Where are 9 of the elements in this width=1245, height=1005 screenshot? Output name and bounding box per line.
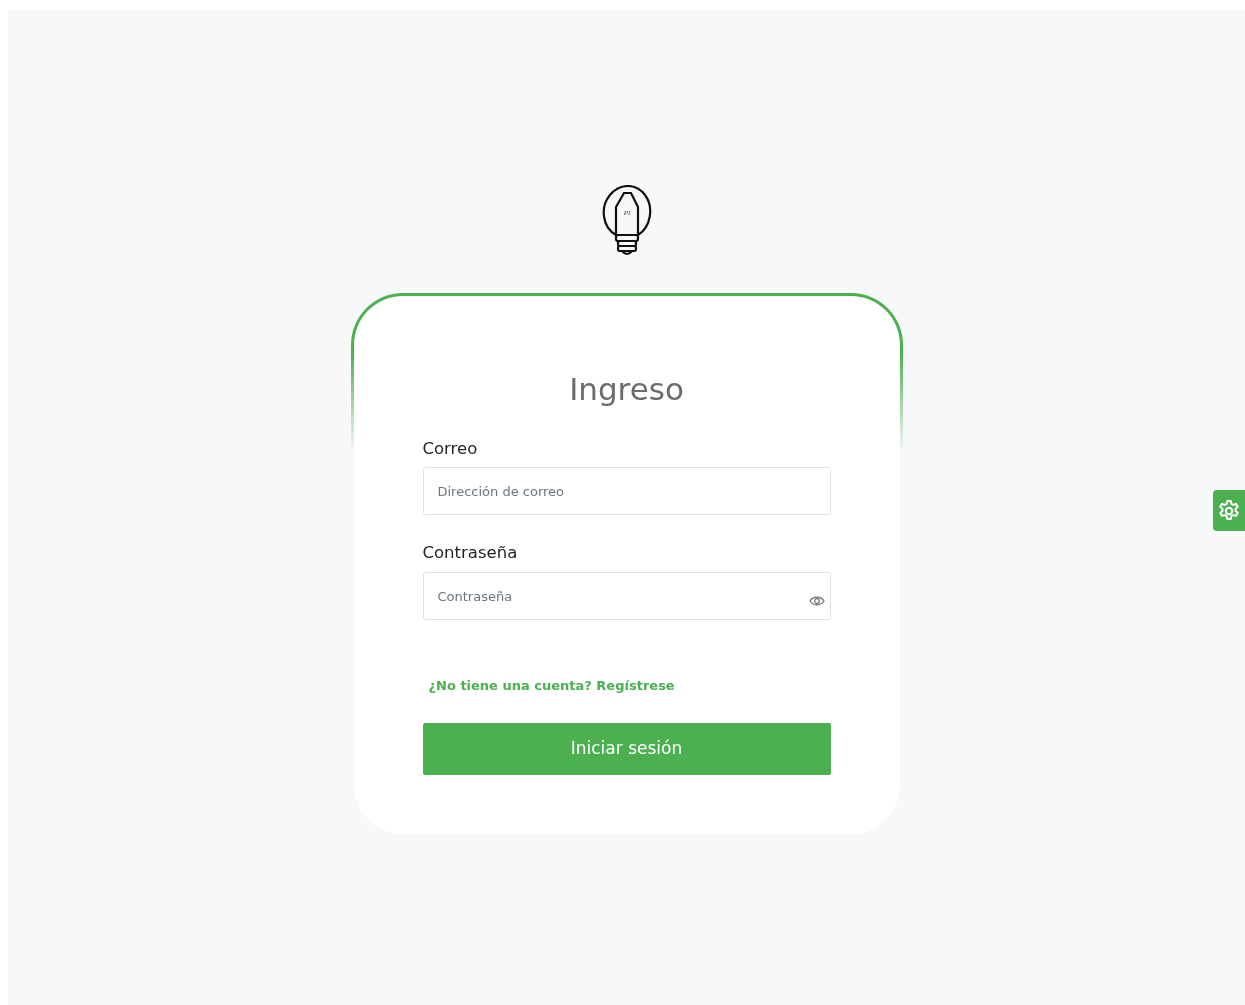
password-field[interactable]: Contraseña (422, 572, 831, 620)
email-field[interactable]: Dirección de correo (422, 467, 831, 516)
field-label: Contraseña (422, 542, 518, 565)
login-button[interactable]: Iniciar sesión (422, 723, 831, 775)
settings-button[interactable] (1213, 490, 1245, 531)
form-title: Ingreso (568, 370, 685, 409)
register-link[interactable]: ¿No tiene una cuenta? Regístrese (428, 676, 675, 696)
field-label: Correo (422, 437, 478, 460)
settings-icon (1217, 498, 1241, 523)
